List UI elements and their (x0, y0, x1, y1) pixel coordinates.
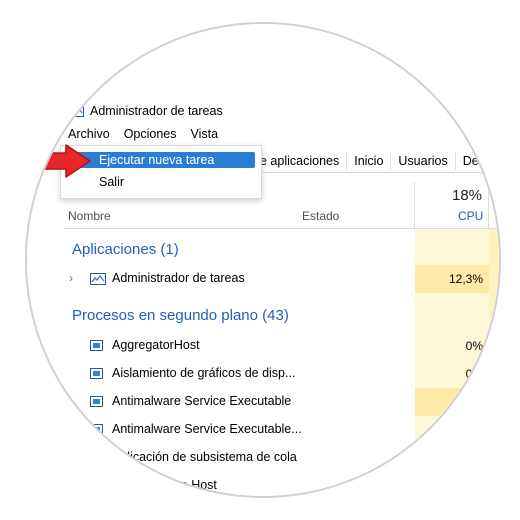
menu-vista[interactable]: Vista (191, 127, 219, 143)
process-icon (90, 452, 103, 463)
cpu-total-percent: 18% (452, 187, 483, 204)
process-name: Aplicación de subsistema de cola (112, 450, 297, 464)
chevron-right-icon[interactable]: › (69, 271, 73, 285)
tab-strip: e aplicaciones Inicio Usuarios Detalles (258, 152, 499, 170)
process-row[interactable]: AggregatorHost 0% (64, 332, 499, 360)
tab-historial-aplicaciones[interactable]: e aplicaciones (258, 152, 346, 170)
column-header-name[interactable]: Nombre (68, 209, 111, 223)
task-manager-icon (90, 273, 106, 285)
process-cpu (415, 472, 489, 496)
column-separator[interactable] (414, 182, 415, 228)
screenshot-stage: Administrador de tareas Archivo Opciones… (0, 0, 520, 520)
column-separator[interactable] (488, 182, 489, 228)
process-row[interactable]: ication Frame Host (64, 472, 499, 496)
process-name: Antimalware Service Executable (112, 394, 292, 408)
circular-crop: Administrador de tareas Archivo Opciones… (25, 22, 501, 498)
header-divider (64, 228, 499, 229)
process-name: Antimalware Service Executable... (112, 422, 302, 436)
tab-usuarios[interactable]: Usuarios (390, 152, 454, 170)
menu-opciones[interactable]: Opciones (124, 127, 177, 143)
process-icon (90, 340, 103, 351)
process-name: AggregatorHost (112, 338, 200, 352)
red-arrow-icon (41, 144, 91, 178)
process-row[interactable]: Aplicación de subsistema de cola (64, 444, 499, 472)
process-row[interactable]: Aislamiento de gráficos de disp... 0% (64, 360, 499, 388)
process-cpu: 0% (465, 339, 483, 353)
process-icon (90, 368, 103, 379)
process-name: Administrador de tareas (112, 271, 245, 285)
task-manager-icon (68, 105, 84, 117)
process-icon (90, 424, 103, 435)
group-header-apps: Aplicaciones (1) (72, 241, 179, 258)
process-icon (90, 480, 103, 491)
group-header-background: Procesos en segundo plano (43) (72, 307, 289, 324)
menu-item-salir[interactable]: Salir (65, 174, 255, 190)
process-name: ication Frame Host (112, 478, 217, 492)
process-row[interactable]: › Antimalware Service Executable 1,8 (64, 388, 499, 416)
process-cpu (415, 444, 489, 472)
column-header-status[interactable]: Estado (302, 209, 339, 223)
process-cpu (415, 416, 489, 444)
process-cpu: 0% (465, 367, 483, 381)
tab-inicio[interactable]: Inicio (346, 152, 390, 170)
column-header-cpu[interactable]: CPU (458, 209, 483, 223)
process-row[interactable]: Antimalware Service Executable... (64, 416, 499, 444)
menu-archivo[interactable]: Archivo (68, 127, 110, 143)
process-icon (90, 396, 103, 407)
menu-bar: Archivo Opciones Vista (68, 127, 218, 143)
process-cpu: 12,3% (415, 265, 489, 293)
process-cpu: 1,8 (415, 388, 489, 416)
window-title: Administrador de tareas (90, 104, 223, 118)
process-name: Aislamiento de gráficos de disp... (112, 366, 296, 380)
tab-detalles[interactable]: Detalles (454, 152, 499, 170)
task-manager-window: Administrador de tareas Archivo Opciones… (27, 24, 499, 496)
menu-item-ejecutar-nueva-tarea[interactable]: Ejecutar nueva tarea (65, 152, 255, 168)
title-bar: Administrador de tareas (68, 102, 223, 120)
chevron-right-icon[interactable]: › (69, 394, 73, 408)
process-row[interactable]: › Administrador de tareas 12,3% (64, 265, 499, 293)
